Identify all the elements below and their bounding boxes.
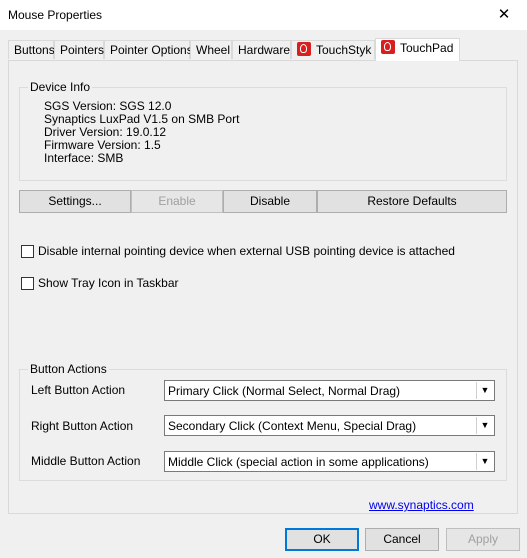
enable-button[interactable]: Enable bbox=[131, 190, 223, 213]
middle-button-action-select[interactable]: Middle Click (special action in some app… bbox=[164, 451, 495, 472]
right-button-action-value: Secondary Click (Context Menu, Special D… bbox=[168, 419, 417, 433]
chevron-down-icon[interactable]: ▼ bbox=[476, 453, 493, 470]
middle-button-action-label: Middle Button Action bbox=[31, 454, 141, 468]
tray-icon-label[interactable]: Show Tray Icon in Taskbar bbox=[38, 276, 179, 290]
tab-label: Hardware bbox=[238, 43, 291, 57]
driver-version-text: Driver Version: 19.0.12 bbox=[44, 125, 167, 139]
tab-pointers[interactable]: Pointers bbox=[54, 40, 104, 59]
tab-pointer-options[interactable]: Pointer Options bbox=[104, 40, 193, 59]
tab-hardware[interactable]: Hardware bbox=[232, 40, 291, 59]
tab-touchstyk[interactable]: TouchStyk bbox=[291, 40, 375, 59]
left-button-action-value: Primary Click (Normal Select, Normal Dra… bbox=[168, 384, 401, 398]
left-button-action-select[interactable]: Primary Click (Normal Select, Normal Dra… bbox=[164, 380, 495, 401]
tray-icon-checkbox[interactable] bbox=[21, 277, 34, 290]
tab-label: Pointers bbox=[60, 43, 105, 57]
tab-touchpad[interactable]: TouchPad bbox=[375, 38, 460, 61]
restore-defaults-button[interactable]: Restore Defaults bbox=[317, 190, 507, 213]
tab-label: TouchStyk bbox=[316, 43, 372, 57]
title-bar: Mouse Properties ✕ bbox=[0, 0, 527, 30]
synaptics-icon bbox=[297, 42, 311, 56]
tab-label: Pointer Options bbox=[110, 43, 193, 57]
middle-button-action-value: Middle Click (special action in some app… bbox=[168, 455, 429, 469]
tab-label: Buttons bbox=[14, 43, 55, 57]
settings-button[interactable]: Settings... bbox=[19, 190, 131, 213]
tab-label: TouchPad bbox=[400, 41, 454, 55]
left-button-action-label: Left Button Action bbox=[31, 383, 126, 397]
disable-internal-label[interactable]: Disable internal pointing device when ex… bbox=[38, 244, 455, 258]
chevron-down-icon[interactable]: ▼ bbox=[476, 382, 493, 399]
tab-buttons[interactable]: Buttons bbox=[8, 40, 55, 59]
device-info-heading: Device Info bbox=[28, 80, 93, 94]
button-actions-heading: Button Actions bbox=[28, 362, 109, 376]
ok-button[interactable]: OK bbox=[285, 528, 359, 551]
right-button-action-select[interactable]: Secondary Click (Context Menu, Special D… bbox=[164, 415, 495, 436]
synaptics-icon bbox=[381, 40, 395, 54]
sgs-version-text: SGS Version: SGS 12.0 bbox=[44, 99, 172, 113]
cancel-button[interactable]: Cancel bbox=[365, 528, 439, 551]
device-name-text: Synaptics LuxPad V1.5 on SMB Port bbox=[44, 112, 240, 126]
close-button[interactable]: ✕ bbox=[481, 0, 527, 30]
right-button-action-label: Right Button Action bbox=[31, 419, 134, 433]
synaptics-link[interactable]: www.synaptics.com bbox=[369, 498, 474, 512]
firmware-version-text: Firmware Version: 1.5 bbox=[44, 138, 161, 152]
window-title: Mouse Properties bbox=[8, 8, 103, 22]
disable-internal-checkbox[interactable] bbox=[21, 245, 34, 258]
tab-wheel[interactable]: Wheel bbox=[190, 40, 232, 59]
tab-label: Wheel bbox=[196, 43, 231, 57]
touchpad-panel: Device Info SGS Version: SGS 12.0 Synapt… bbox=[8, 60, 518, 514]
disable-button[interactable]: Disable bbox=[223, 190, 317, 213]
interface-text: Interface: SMB bbox=[44, 151, 124, 165]
chevron-down-icon[interactable]: ▼ bbox=[476, 417, 493, 434]
apply-button[interactable]: Apply bbox=[446, 528, 520, 551]
